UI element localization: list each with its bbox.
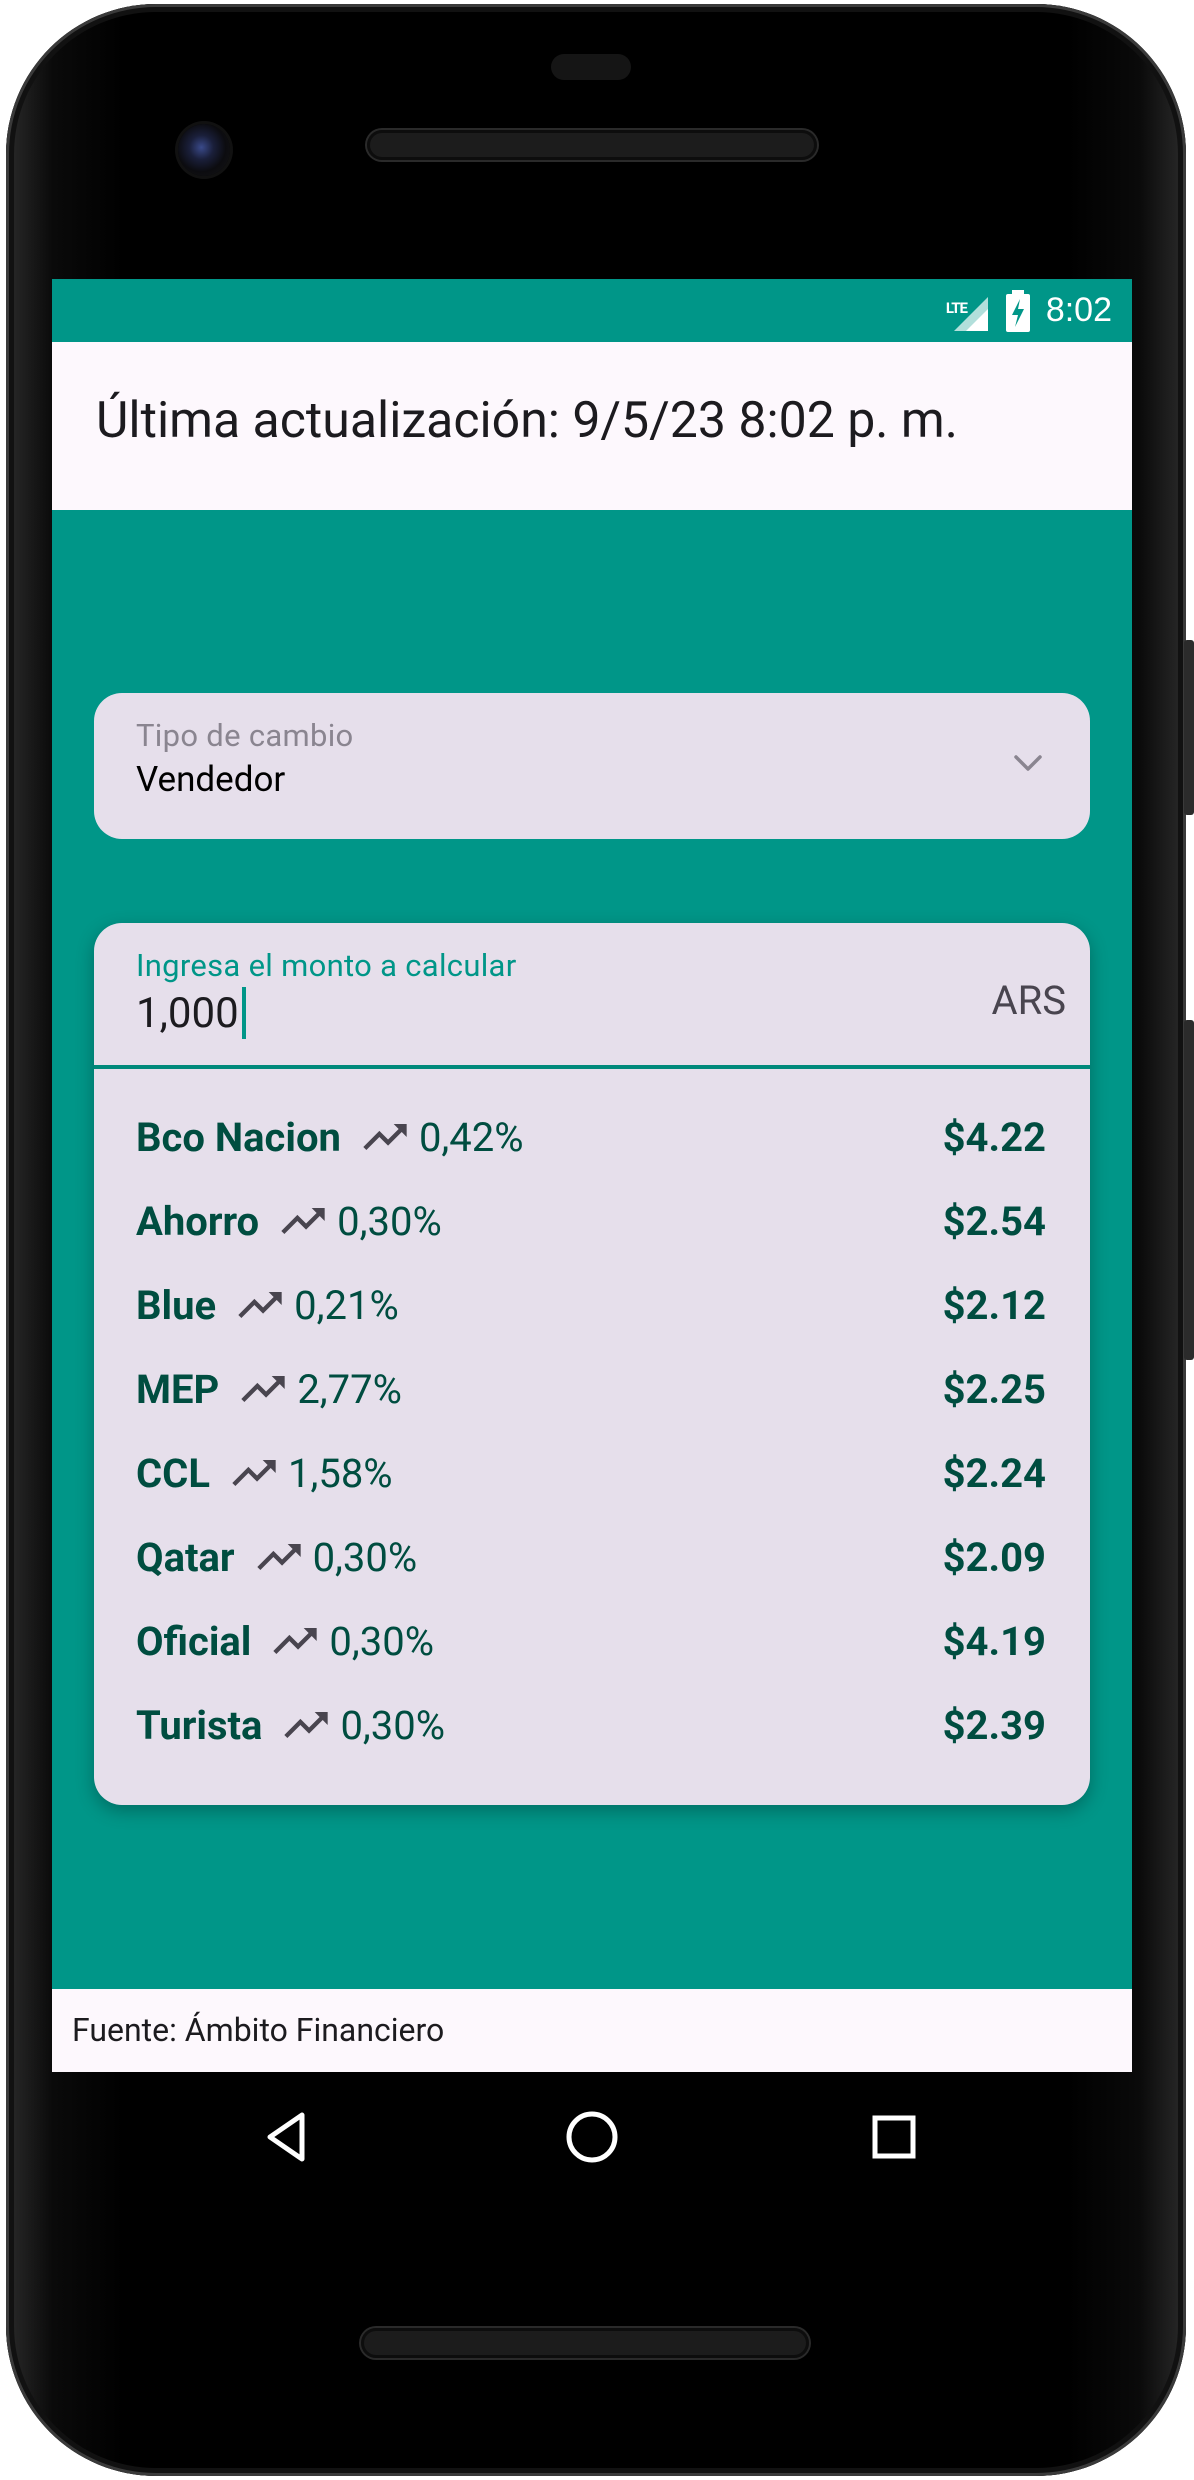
rate-name: Blue bbox=[136, 1281, 217, 1329]
rate-value: $4.22 bbox=[942, 1113, 1046, 1161]
converter-card: Ingresa el monto a calcular 1,000 ARS Bc… bbox=[94, 923, 1090, 1805]
trending-up-icon bbox=[256, 1544, 301, 1570]
rate-change: 0,30% bbox=[329, 1617, 434, 1665]
rate-name: Ahorro bbox=[136, 1197, 260, 1245]
home-circle-icon bbox=[566, 2111, 618, 2163]
status-bar: LTE 8:02 bbox=[52, 279, 1132, 342]
rate-change: 0,30% bbox=[340, 1701, 446, 1749]
trending-up-icon bbox=[281, 1208, 325, 1234]
bottom-speaker bbox=[361, 2328, 809, 2358]
rate-list: Bco Nacion 0,42% $4.22 Ahorro 0,30% $2.5… bbox=[94, 1095, 1090, 1767]
back-triangle-icon bbox=[267, 2112, 305, 2162]
nav-recents-button[interactable] bbox=[849, 2092, 939, 2182]
exchange-type-value: Vendedor bbox=[136, 759, 286, 800]
earpiece-speaker bbox=[367, 130, 817, 160]
rate-row: Qatar 0,30% $2.09 bbox=[94, 1515, 1090, 1599]
front-camera bbox=[178, 124, 230, 176]
rate-row: Oficial 0,30% $4.19 bbox=[94, 1599, 1090, 1683]
rate-row: MEP 2,77% $2.25 bbox=[94, 1347, 1090, 1431]
rate-change: 0,21% bbox=[294, 1281, 399, 1329]
proximity-sensor bbox=[551, 54, 631, 80]
exchange-type-label: Tipo de cambio bbox=[136, 717, 354, 754]
rate-name: Oficial bbox=[136, 1617, 252, 1665]
phone-device: LTE 8:02 Última actualización: 9/5/23 8:… bbox=[0, 0, 1194, 2480]
trending-up-icon bbox=[363, 1124, 407, 1150]
app-screen: LTE 8:02 Última actualización: 9/5/23 8:… bbox=[52, 279, 1132, 2072]
currency-suffix: ARS bbox=[991, 977, 1067, 1024]
amount-input-field[interactable]: Ingresa el monto a calcular 1,000 ARS bbox=[94, 923, 1090, 1069]
bottom-app-bar: Fuente: Ámbito Financiero bbox=[52, 1989, 1132, 2072]
nav-home-button[interactable] bbox=[547, 2092, 637, 2182]
rate-name: Bco Nacion bbox=[136, 1113, 341, 1161]
rate-change: 0,42% bbox=[418, 1113, 524, 1161]
status-time: 8:02 bbox=[1045, 291, 1112, 329]
text-cursor bbox=[241, 987, 246, 1039]
rate-change: 0,30% bbox=[312, 1533, 418, 1581]
rate-row: Turista 0,30% $2.39 bbox=[94, 1683, 1090, 1767]
rate-value: $4.19 bbox=[942, 1617, 1046, 1665]
rate-name: CCL bbox=[136, 1449, 210, 1497]
rate-value: $2.12 bbox=[942, 1281, 1046, 1329]
last-update-text: Última actualización: 9/5/23 8:02 p. m. bbox=[96, 392, 958, 450]
rate-name: Turista bbox=[136, 1701, 263, 1749]
trending-up-icon bbox=[232, 1460, 276, 1486]
rate-row: Ahorro 0,30% $2.54 bbox=[94, 1179, 1090, 1263]
rate-value: $2.54 bbox=[942, 1197, 1046, 1245]
rate-name: Qatar bbox=[136, 1533, 235, 1581]
power-button bbox=[1184, 640, 1194, 815]
status-icons: LTE 8:02 bbox=[946, 279, 1112, 342]
amount-input-value: 1,000 bbox=[136, 988, 239, 1038]
system-navigation-bar bbox=[52, 2072, 1132, 2202]
trending-up-icon bbox=[238, 1292, 282, 1318]
battery-charging-icon bbox=[1004, 289, 1032, 333]
source-text: Fuente: Ámbito Financiero bbox=[72, 2011, 445, 2049]
recents-square-icon bbox=[872, 2115, 916, 2159]
rate-value: $2.25 bbox=[942, 1365, 1046, 1413]
rate-change: 0,30% bbox=[337, 1197, 442, 1245]
volume-button bbox=[1184, 1020, 1194, 1360]
rate-row: Blue 0,21% $2.12 bbox=[94, 1263, 1090, 1347]
rate-value: $2.39 bbox=[942, 1701, 1046, 1749]
trending-up-icon bbox=[273, 1628, 318, 1654]
rate-row: Bco Nacion 0,42% $4.22 bbox=[94, 1095, 1090, 1179]
rate-value: $2.24 bbox=[942, 1449, 1046, 1497]
lte-signal-icon: LTE bbox=[946, 289, 990, 333]
rate-change: 2,77% bbox=[297, 1365, 402, 1413]
trending-up-icon bbox=[241, 1376, 285, 1402]
top-app-bar: Última actualización: 9/5/23 8:02 p. m. bbox=[52, 342, 1132, 510]
exchange-type-dropdown[interactable]: Tipo de cambio Vendedor bbox=[94, 693, 1090, 839]
rate-value: $2.09 bbox=[942, 1533, 1046, 1581]
rate-change: 1,58% bbox=[287, 1449, 393, 1497]
trending-up-icon bbox=[284, 1712, 329, 1738]
rate-name: MEP bbox=[136, 1365, 220, 1413]
nav-back-button[interactable] bbox=[242, 2092, 332, 2182]
amount-input[interactable]: 1,000 bbox=[136, 987, 246, 1039]
chevron-down-icon[interactable] bbox=[1008, 743, 1048, 783]
rate-row: CCL 1,58% $2.24 bbox=[94, 1431, 1090, 1515]
amount-input-label: Ingresa el monto a calcular bbox=[136, 947, 517, 984]
